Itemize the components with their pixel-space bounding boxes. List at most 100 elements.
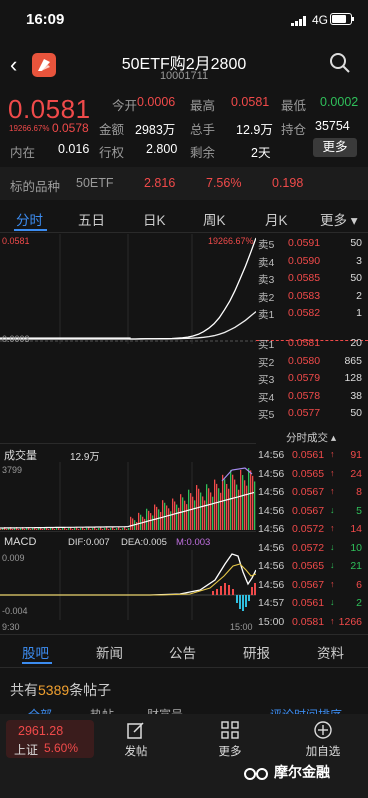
tab-news[interactable]: 新闻: [96, 642, 123, 662]
add-circle-icon: [314, 721, 332, 739]
volume-bar: [200, 492, 202, 530]
volume-bar: [114, 529, 116, 530]
volume-bar: [132, 518, 134, 530]
index-name: 上证: [14, 743, 39, 757]
signal-icon: [291, 16, 307, 26]
volume-bar: [78, 529, 80, 530]
volume-bar: [56, 528, 58, 530]
volume-bar: [126, 529, 128, 530]
macd-chart[interactable]: [0, 550, 256, 620]
underlying-label: 标的品种: [10, 180, 61, 194]
volume-bar: [108, 529, 110, 530]
edit-icon: [127, 722, 144, 739]
tick-row: 14:56 0.0567 ↑ 6: [258, 578, 362, 591]
macd-bar: [245, 595, 247, 607]
volume-bar: [138, 512, 140, 530]
low-value: 0.0002: [320, 95, 359, 109]
open-label: 今开: [112, 99, 138, 113]
volume-bar: [232, 474, 234, 530]
volume-bar: [224, 479, 226, 530]
post-count-number: 5389: [38, 682, 70, 698]
volume-bar: [202, 496, 204, 530]
underlying-bar[interactable]: 标的品种 50ETF 2.816 7.56% 0.198: [0, 167, 368, 200]
volume-bar: [242, 475, 244, 530]
macd-bar: [216, 589, 218, 595]
underlying-change: 0.198: [272, 176, 304, 190]
intraday-price-chart[interactable]: [0, 234, 256, 344]
volume-title: 成交量: [4, 450, 37, 462]
high-value: 0.0581: [231, 95, 270, 109]
bid-row: 买3 0.0579 128: [258, 372, 362, 386]
volume-bar: [18, 529, 20, 530]
volume-bar: [42, 529, 44, 530]
volume-bar: [80, 528, 82, 530]
volume-bar: [60, 529, 62, 530]
volume-bar: [72, 529, 74, 530]
tab-research[interactable]: 研报: [243, 642, 270, 662]
volume-bar: [160, 511, 162, 530]
search-icon[interactable]: [329, 52, 351, 77]
volume-bar: [110, 528, 112, 530]
volume-bar: [220, 492, 222, 530]
volume-chart[interactable]: [0, 462, 256, 530]
tab-intraday[interactable]: 分时: [16, 209, 43, 229]
more-menu-button[interactable]: 更多: [212, 714, 248, 759]
remaining-label: 剩余: [190, 146, 216, 160]
volume-bar: [12, 529, 14, 530]
tab-weekly-k[interactable]: 周K: [203, 209, 226, 229]
volume-bar: [66, 529, 68, 530]
tab-daily-k[interactable]: 日K: [143, 209, 166, 229]
tab-profile[interactable]: 资料: [317, 642, 344, 662]
ask-row: 卖2 0.0583 2: [258, 289, 362, 304]
volume-bar: [136, 522, 138, 530]
price-change: 0.0578: [52, 121, 89, 135]
tab-five-day[interactable]: 五日: [78, 209, 105, 229]
price-max-label: 0.0581: [2, 236, 30, 246]
volume-ma-line: [0, 491, 255, 529]
ticks-title: 分时成交 ▴: [286, 432, 337, 444]
tick-row: 14:56 0.0572 ↓ 10: [258, 541, 362, 554]
bid-row: 买5 0.0577 50: [258, 407, 362, 421]
volume-bar: [244, 480, 246, 530]
open-interest-label: 持仓: [281, 123, 307, 137]
volume-bar: [166, 505, 168, 530]
index-ticker[interactable]: 2961.28 上证 5.60%: [6, 720, 94, 758]
volume-bar: [154, 504, 156, 530]
post-button[interactable]: 发帖: [118, 714, 154, 759]
underlying-name: 50ETF: [76, 176, 114, 190]
time-start: 9:30: [2, 622, 20, 632]
volume-bar: [146, 508, 148, 530]
tab-more[interactable]: 更多 ▾: [320, 209, 358, 229]
macd-bar: [251, 587, 253, 595]
add-watchlist-button[interactable]: 加自选: [300, 714, 346, 759]
volume-total: 12.9万: [70, 452, 100, 463]
intrinsic-label: 内在: [10, 146, 36, 160]
volume-bar: [252, 475, 254, 530]
amount-label: 金额: [99, 123, 125, 137]
volume-bar: [48, 529, 50, 530]
network-type: 4G: [312, 13, 329, 27]
volume-bar: [122, 528, 124, 530]
watermark-logo-icon: [244, 768, 268, 781]
status-time: 16:09: [26, 11, 65, 28]
volume-bar: [238, 489, 240, 530]
volume-bar: [218, 488, 220, 530]
more-button[interactable]: 更多: [313, 138, 357, 157]
volume-bar: [86, 528, 88, 530]
price-change-percent: 19266.67%: [9, 124, 50, 133]
intrinsic-value: 0.016: [58, 142, 90, 156]
tab-forum[interactable]: 股吧: [22, 642, 49, 662]
macd-bar: [212, 591, 214, 595]
grid-icon: [221, 721, 239, 739]
macd-bar: [239, 595, 241, 609]
volume-bar: [226, 483, 228, 530]
tab-announcements[interactable]: 公告: [169, 642, 196, 662]
macd-bar: [248, 595, 250, 601]
status-bar: 16:09 4G: [0, 0, 368, 40]
volume-bar: [168, 508, 170, 530]
open-value: 0.0006: [137, 95, 176, 109]
index-value: 2961.28: [18, 724, 64, 738]
volume-bar: [118, 527, 120, 530]
tab-monthly-k[interactable]: 月K: [265, 209, 288, 229]
volume-bar: [120, 529, 122, 530]
